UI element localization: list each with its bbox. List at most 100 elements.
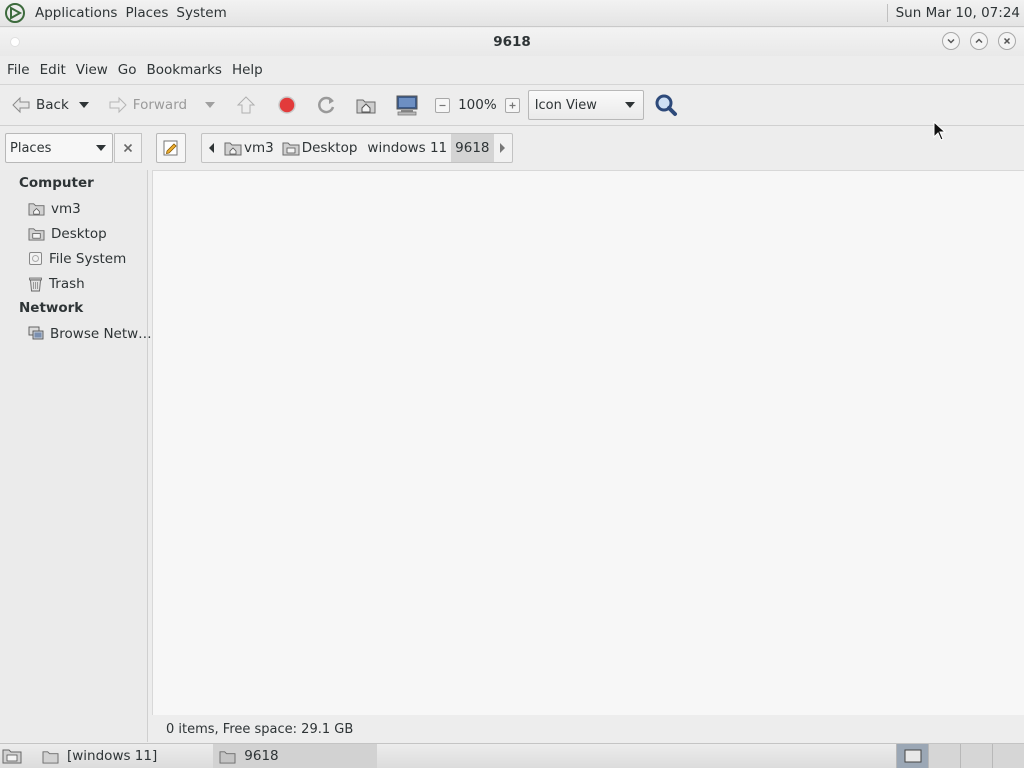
breadcrumb-9618[interactable]: 9618 [451,134,494,162]
chevron-down-icon [624,102,635,108]
close-icon [1003,37,1011,45]
task-label: 9618 [244,748,279,764]
window-thumbnail-icon [904,749,921,763]
sidebar-header-computer: Computer [19,175,94,191]
back-button[interactable]: Back [6,90,73,120]
menu-edit[interactable]: Edit [36,62,70,78]
menu-bookmarks[interactable]: Bookmarks [143,62,226,78]
menu-go[interactable]: Go [114,62,141,78]
workspace-3[interactable] [960,744,992,768]
back-history-dropdown[interactable] [78,102,89,108]
chevron-down-icon [947,38,955,44]
breadcrumb-vm3[interactable]: vm3 [220,134,278,162]
workspace-4[interactable] [992,744,1024,768]
workspace-switcher [896,744,1024,768]
taskbar-task-windows-11[interactable]: [windows 11] [36,744,163,768]
forward-label: Forward [132,97,188,113]
home-button[interactable] [351,90,381,120]
computer-button[interactable] [391,90,423,120]
up-arrow-icon [236,96,256,114]
back-label: Back [36,97,69,113]
zoom-level: 100% [458,97,497,113]
sidebar-item-desktop[interactable]: Desktop [0,221,147,246]
maximize-button[interactable] [970,32,988,50]
applications-menu[interactable]: Applications [31,5,121,21]
view-mode-select[interactable]: Icon View [527,90,644,120]
panel-separator [886,4,888,22]
window-menu-icon[interactable] [10,37,20,47]
breadcrumb-scroll-right[interactable] [494,134,512,162]
back-arrow-icon [12,96,30,114]
workspace-2[interactable] [928,744,960,768]
clock[interactable]: Sun Mar 10, 07:24 [896,5,1020,21]
home-folder-icon [224,142,242,156]
desktop-folder-icon [28,228,45,241]
show-desktop-button[interactable] [0,744,36,768]
up-button[interactable] [231,90,261,120]
network-icon [28,326,44,340]
view-mode-value: Icon View [534,97,597,113]
task-label: [windows 11] [67,748,158,764]
sidebar-item-trash[interactable]: Trash [0,271,147,296]
sidebar-item-vm3[interactable]: vm3 [0,196,147,221]
workspace-1[interactable] [896,744,928,768]
trash-icon [29,277,42,291]
file-view-area[interactable] [152,170,1024,715]
close-window-button[interactable] [998,32,1016,50]
breadcrumb-windows-11[interactable]: windows 11 [361,134,451,162]
distro-logo-icon[interactable] [5,3,25,23]
chevron-up-icon [975,38,983,44]
menu-view[interactable]: View [72,62,112,78]
window-title: 9618 [493,34,531,50]
breadcrumb: vm3 Desktop windows 11 9618 [201,133,513,163]
taskbar-task-9618[interactable]: 9618 [213,744,378,768]
plus-icon [509,102,516,108]
forward-arrow-icon [109,96,127,114]
breadcrumb-label: vm3 [244,140,274,156]
sidebar-header-network: Network [19,300,84,316]
toggle-location-entry-button[interactable] [156,133,186,163]
stop-button[interactable] [273,90,301,120]
side-pane-mode-value: Places [10,140,52,156]
breadcrumb-scroll-left[interactable] [202,134,220,162]
menu-help[interactable]: Help [228,62,267,78]
search-icon [655,94,677,116]
drive-icon [29,252,42,265]
minus-icon [439,104,446,106]
window-titlebar[interactable]: 9618 [0,28,1024,56]
close-sidebar-button[interactable] [114,133,142,163]
menu-file[interactable]: File [3,62,34,78]
search-button[interactable] [650,90,682,120]
forward-history-dropdown[interactable] [205,102,216,108]
system-menu[interactable]: System [172,5,230,21]
breadcrumb-label: Desktop [301,140,358,156]
side-pane-mode-select[interactable]: Places [5,133,113,163]
computer-icon [396,95,418,116]
status-bar: 0 items, Free space: 29.1 GB [152,716,1024,742]
minimize-button[interactable] [942,32,960,50]
breadcrumb-desktop[interactable]: Desktop [278,134,362,162]
folder-icon [219,750,236,764]
toolbar: Back Forward 100% Icon View [0,84,1024,126]
sidebar-item-label: Desktop [51,225,107,242]
sidebar-item-browse-network[interactable]: Browse Netw… [0,321,152,346]
zoom-out-button[interactable] [435,97,451,113]
desktop-folder-icon [282,142,300,156]
reload-button[interactable] [311,90,341,120]
sidebar-item-label: Trash [49,275,85,292]
places-sidebar: Computer vm3 Desktop File System Trash N… [0,170,152,742]
top-panel: Applications Places System Sun Mar 10, 0… [0,0,1024,27]
forward-button[interactable]: Forward [103,90,191,120]
reload-icon [318,96,335,114]
edit-note-icon [163,140,178,156]
folder-icon [42,750,59,764]
sidebar-item-label: vm3 [51,200,81,217]
places-menu[interactable]: Places [121,5,172,21]
home-folder-icon [356,99,376,114]
chevron-down-icon [96,145,106,151]
menubar: File Edit View Go Bookmarks Help [0,56,1024,83]
location-bar: Places vm3 Desktop windows 11 9618 [0,127,1024,169]
sidebar-item-file-system[interactable]: File System [0,246,147,271]
status-text: 0 items, Free space: 29.1 GB [166,721,354,737]
zoom-in-button[interactable] [504,97,520,113]
